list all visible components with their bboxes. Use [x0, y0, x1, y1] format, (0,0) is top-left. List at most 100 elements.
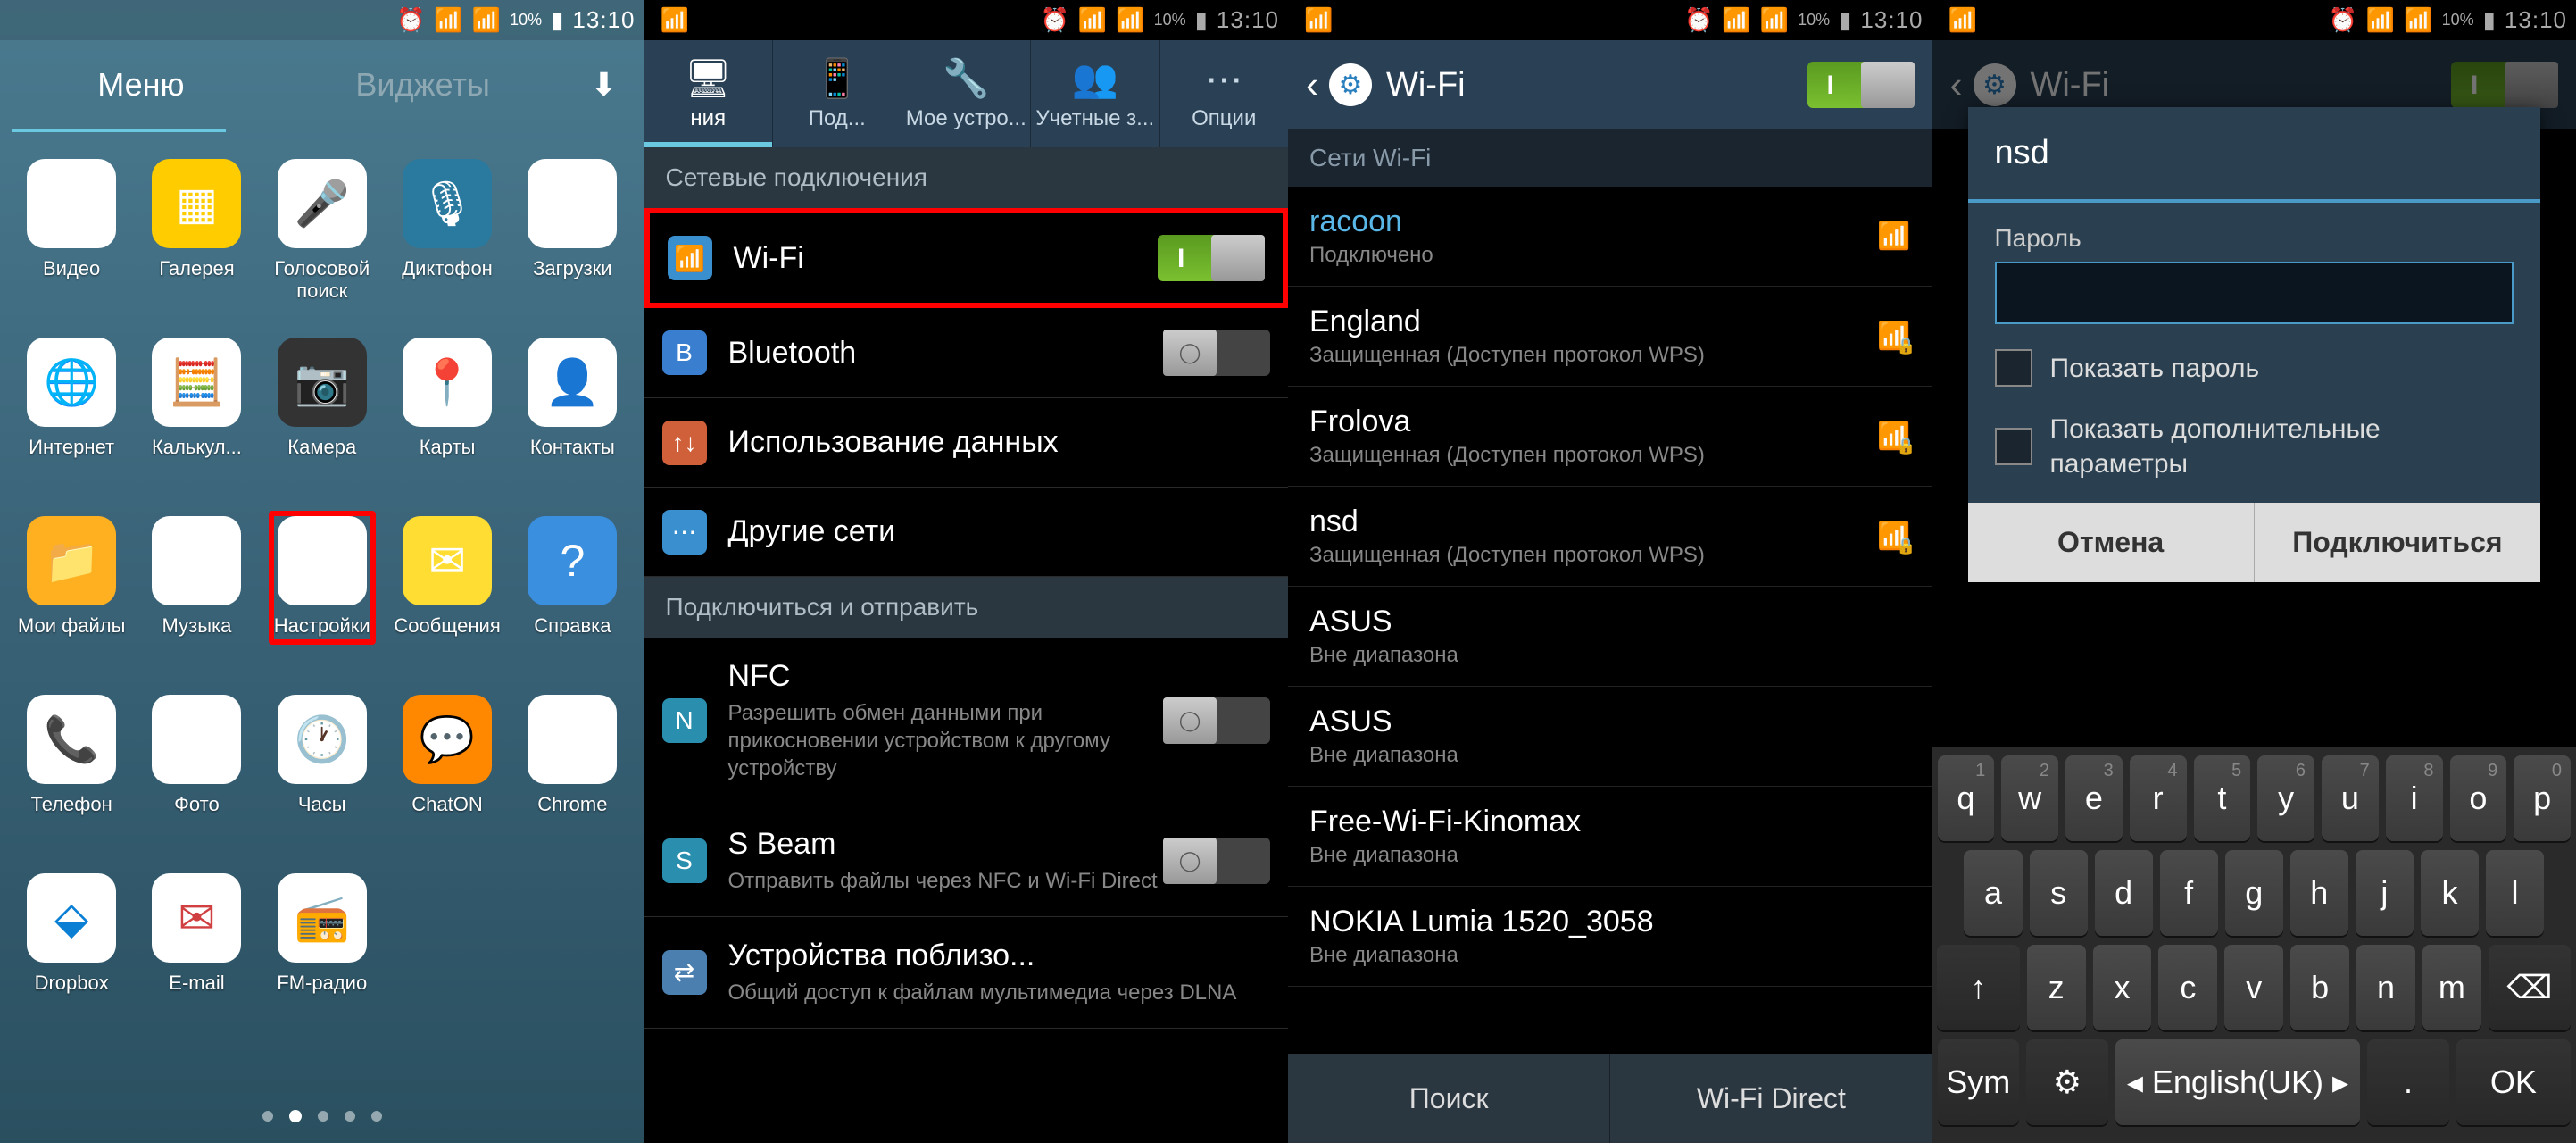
key-d[interactable]: d — [2095, 850, 2153, 936]
key-o[interactable]: 9o — [2450, 755, 2507, 841]
key-p[interactable]: 0p — [2514, 755, 2571, 841]
key-y[interactable]: 6y — [2257, 755, 2314, 841]
key-u[interactable]: 7u — [2322, 755, 2379, 841]
key-e[interactable]: 3e — [2065, 755, 2123, 841]
key-shift[interactable]: ↑ — [1937, 945, 2019, 1030]
app-фото[interactable]: ⬗Фото — [134, 695, 259, 864]
cancel-button[interactable]: Отмена — [1968, 503, 2255, 582]
search-button[interactable]: Поиск — [1288, 1054, 1610, 1143]
key-s[interactable]: s — [2030, 850, 2088, 936]
toggle[interactable] — [1158, 235, 1265, 281]
key-settings[interactable]: ⚙ — [2026, 1039, 2108, 1125]
settings-tab[interactable]: 📱Под... — [773, 40, 902, 147]
app-камера[interactable]: 📷Камера — [260, 338, 385, 507]
tab-menu[interactable]: Меню — [0, 39, 282, 130]
key-backspace[interactable]: ⌫ — [2489, 945, 2571, 1030]
setting-row-bluetooth[interactable]: BBluetooth — [644, 308, 1289, 398]
app-icon: 💬 — [403, 695, 492, 784]
setting-row-другие сети[interactable]: ⋯Другие сети — [644, 488, 1289, 577]
app-dropbox[interactable]: ⬙Dropbox — [9, 873, 134, 1043]
settings-tab[interactable]: 🔧Мое устро... — [902, 40, 1032, 147]
key-i[interactable]: 8i — [2386, 755, 2443, 841]
wifi-network[interactable]: FrolovaЗащищенная (Доступен протокол WPS… — [1288, 387, 1932, 487]
app-настройки[interactable]: ⚙Настройки — [260, 516, 385, 686]
tab-widgets[interactable]: Виджеты — [282, 39, 564, 130]
wifi-network[interactable]: nsdЗащищенная (Доступен протокол WPS)📶🔒 — [1288, 487, 1932, 587]
toggle[interactable] — [1163, 330, 1270, 376]
toggle[interactable] — [1163, 697, 1270, 744]
app-калькул...[interactable]: 🧮Калькул... — [134, 338, 259, 507]
page-dots[interactable] — [0, 1089, 644, 1143]
key-h[interactable]: h — [2290, 850, 2348, 936]
key-f[interactable]: f — [2160, 850, 2218, 936]
key-k[interactable]: k — [2421, 850, 2479, 936]
key-g[interactable]: g — [2225, 850, 2283, 936]
connect-button[interactable]: Подключиться — [2255, 503, 2540, 582]
key-r[interactable]: 4r — [2130, 755, 2187, 841]
app-музыка[interactable]: ▶Музыка — [134, 516, 259, 686]
app-часы[interactable]: 🕐Часы — [260, 695, 385, 864]
setting-row-s beam[interactable]: SS BeamОтправить файлы через NFC и Wi-Fi… — [644, 805, 1289, 917]
wifi-network[interactable]: ASUSВне диапазона — [1288, 587, 1932, 687]
checkbox-icon[interactable] — [1995, 428, 2032, 465]
settings-tab[interactable]: ⋯Опции — [1160, 40, 1289, 147]
key-c[interactable]: c — [2158, 945, 2217, 1030]
wifi-toggle[interactable] — [1807, 62, 1915, 108]
app-загрузки[interactable]: ⬇Загрузки — [510, 159, 635, 329]
key-m[interactable]: m — [2422, 945, 2481, 1030]
key-b[interactable]: b — [2290, 945, 2349, 1030]
back-icon[interactable]: ‹ — [1306, 63, 1318, 106]
key-ok[interactable]: OK — [2456, 1039, 2571, 1125]
app-голосовой поиск[interactable]: 🎤Голосовой поиск — [260, 159, 385, 329]
app-icon: ✉ — [152, 873, 241, 963]
app-мои файлы[interactable]: 📁Мои файлы — [9, 516, 134, 686]
download-indicator-icon[interactable]: ⬇ — [564, 66, 644, 104]
app-карты[interactable]: 📍Карты — [385, 338, 510, 507]
settings-tab[interactable]: 👥Учетные з... — [1031, 40, 1160, 147]
app-справка[interactable]: ?Справка — [510, 516, 635, 686]
wifi-network[interactable]: NOKIA Lumia 1520_3058Вне диапазона — [1288, 887, 1932, 987]
key-n[interactable]: n — [2356, 945, 2415, 1030]
app-видео[interactable]: ▷Видео — [9, 159, 134, 329]
app-chaton[interactable]: 💬ChatON — [385, 695, 510, 864]
app-галерея[interactable]: ▦Галерея — [134, 159, 259, 329]
app-chrome[interactable]: ◉Chrome — [510, 695, 635, 864]
key-space[interactable]: ◂ English(UK) ▸ — [2115, 1039, 2361, 1125]
setting-row-nfc[interactable]: NNFCРазрешить обмен данными при прикосно… — [644, 638, 1289, 805]
app-интернет[interactable]: 🌐Интернет — [9, 338, 134, 507]
wifi-network[interactable]: EnglandЗащищенная (Доступен протокол WPS… — [1288, 287, 1932, 387]
app-e-mail[interactable]: ✉E-mail — [134, 873, 259, 1043]
key-w[interactable]: 2w — [2001, 755, 2058, 841]
show-password-row[interactable]: Показать пароль — [1995, 349, 2514, 387]
app-сообщения[interactable]: ✉Сообщения — [385, 516, 510, 686]
key-sym[interactable]: Sym — [1938, 1039, 2020, 1125]
app-контакты[interactable]: 👤Контакты — [510, 338, 635, 507]
app-label: Справка — [534, 614, 611, 637]
checkbox-icon[interactable] — [1995, 349, 2032, 387]
key-period[interactable]: . — [2367, 1039, 2449, 1125]
toggle[interactable] — [1163, 838, 1270, 884]
key-j[interactable]: j — [2356, 850, 2414, 936]
app-icon: 📷 — [278, 338, 367, 427]
password-input[interactable] — [1995, 262, 2514, 324]
setting-row-wi-fi[interactable]: 📶Wi-Fi — [644, 208, 1289, 308]
app-телефон[interactable]: 📞Телефон — [9, 695, 134, 864]
wifi-direct-button[interactable]: Wi-Fi Direct — [1610, 1054, 1932, 1143]
wifi-network[interactable]: racoonПодключено📶 — [1288, 187, 1932, 287]
setting-row-устройства поблизо...[interactable]: ⇄Устройства поблизо...Общий доступ к фай… — [644, 917, 1289, 1029]
wifi-network[interactable]: ASUSВне диапазона — [1288, 687, 1932, 787]
settings-tab[interactable]: 🖥ния — [644, 40, 774, 147]
show-advanced-row[interactable]: Показать дополнительные параметры — [1995, 412, 2514, 481]
setting-row-использование данных[interactable]: ↑↓Использование данных — [644, 398, 1289, 488]
key-t[interactable]: 5t — [2194, 755, 2251, 841]
key-l[interactable]: l — [2486, 850, 2544, 936]
key-a[interactable]: a — [1964, 850, 2022, 936]
app-icon: ▦ — [152, 159, 241, 248]
key-v[interactable]: v — [2224, 945, 2283, 1030]
wifi-network[interactable]: Free-Wi-Fi-KinomaxВне диапазона — [1288, 787, 1932, 887]
key-x[interactable]: x — [2093, 945, 2152, 1030]
key-q[interactable]: 1q — [1938, 755, 1995, 841]
app-диктофон[interactable]: 🎙Диктофон — [385, 159, 510, 329]
app-fm-радио[interactable]: 📻FM-радио — [260, 873, 385, 1043]
key-z[interactable]: z — [2027, 945, 2086, 1030]
